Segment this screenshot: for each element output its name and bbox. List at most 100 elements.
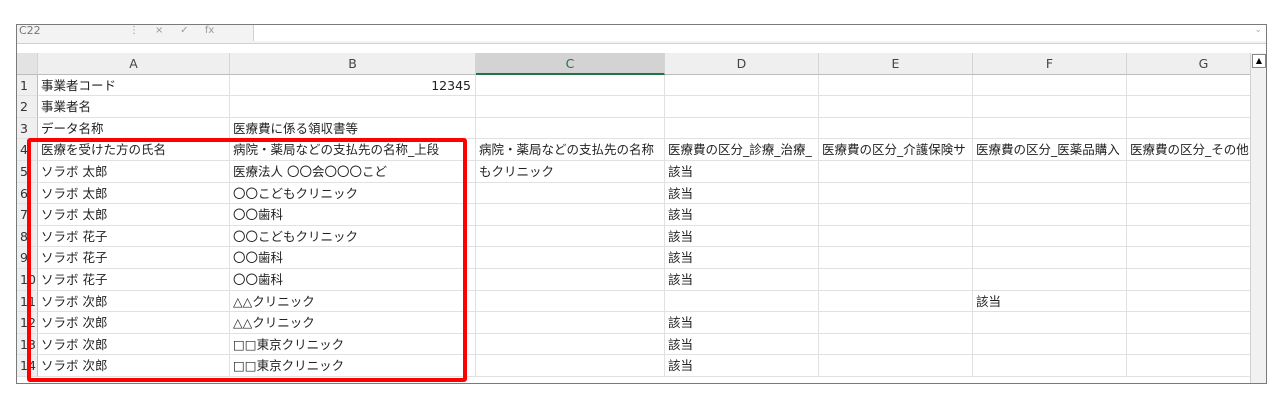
- name-box[interactable]: C22: [17, 25, 119, 41]
- cell-c[interactable]: [476, 74, 665, 97]
- cell-f[interactable]: [973, 117, 1127, 140]
- row-header[interactable]: 1: [17, 74, 38, 97]
- cell-c[interactable]: [476, 96, 665, 118]
- cell-f[interactable]: [973, 268, 1127, 291]
- cell-e[interactable]: [819, 312, 973, 334]
- cell-d[interactable]: 該当: [665, 225, 819, 248]
- cell-d[interactable]: [665, 74, 819, 97]
- table-row: 3 データ名称 医療費に係る領収書等: [17, 117, 1266, 140]
- column-header-f[interactable]: F: [973, 53, 1127, 75]
- cell-e[interactable]: 医療費の区分_介護保険サ: [819, 139, 973, 161]
- cell-g[interactable]: [1127, 75, 1266, 97]
- cell-d[interactable]: [665, 290, 819, 313]
- cell-b[interactable]: [230, 96, 476, 118]
- cell-c[interactable]: [476, 312, 665, 334]
- cell-f[interactable]: 該当: [973, 290, 1127, 313]
- function-icon[interactable]: fx: [199, 25, 221, 37]
- cell-c[interactable]: [476, 117, 665, 140]
- cell-e[interactable]: [819, 225, 973, 248]
- cell-c[interactable]: 病院・薬局などの支払先の名称: [476, 139, 665, 161]
- cancel-icon[interactable]: ×: [148, 25, 170, 37]
- cell-f[interactable]: [973, 312, 1127, 334]
- cell-e[interactable]: [819, 290, 973, 313]
- cell-c[interactable]: [476, 204, 665, 226]
- row-header[interactable]: 2: [17, 96, 38, 118]
- column-header-g[interactable]: G: [1127, 53, 1266, 75]
- cell-f[interactable]: [973, 225, 1127, 248]
- cell-d[interactable]: [665, 117, 819, 140]
- column-header-c[interactable]: C: [476, 53, 665, 75]
- cell-f[interactable]: [973, 355, 1127, 377]
- cell-f[interactable]: [973, 333, 1127, 356]
- cell-c[interactable]: [476, 290, 665, 313]
- cell-g[interactable]: [1127, 355, 1266, 377]
- more-icon[interactable]: ⋮: [123, 25, 145, 37]
- cell-c[interactable]: もクリニック: [476, 160, 665, 183]
- cell-d[interactable]: 該当: [665, 355, 819, 377]
- scroll-up-icon[interactable]: ▲: [1252, 54, 1266, 68]
- vertical-scrollbar[interactable]: ▲: [1250, 53, 1266, 383]
- cell-e[interactable]: [819, 247, 973, 269]
- cell-g[interactable]: [1127, 204, 1266, 226]
- cell-d[interactable]: 医療費の区分_診療_治療_: [665, 139, 819, 161]
- cell-e[interactable]: [819, 96, 973, 118]
- cell-c[interactable]: [476, 268, 665, 291]
- formula-input[interactable]: ⌄: [253, 25, 1266, 41]
- cell-e[interactable]: [819, 182, 973, 205]
- column-header-a[interactable]: A: [38, 53, 230, 75]
- cell-g[interactable]: 医療費の区分_その他: [1127, 139, 1266, 161]
- cell-d[interactable]: 該当: [665, 160, 819, 183]
- cell-g[interactable]: [1127, 183, 1266, 205]
- cell-a[interactable]: データ名称: [38, 117, 230, 140]
- cell-a[interactable]: 事業者コード: [38, 74, 230, 97]
- column-header-d[interactable]: D: [665, 53, 819, 75]
- cell-g[interactable]: [1127, 312, 1266, 334]
- cell-d[interactable]: 該当: [665, 204, 819, 226]
- cell-e[interactable]: [819, 160, 973, 183]
- cell-d[interactable]: 該当: [665, 312, 819, 334]
- cell-c[interactable]: [476, 182, 665, 205]
- cell-f[interactable]: [973, 160, 1127, 183]
- cell-d[interactable]: 該当: [665, 333, 819, 356]
- expand-icon[interactable]: ⌄: [1254, 25, 1262, 35]
- row-header[interactable]: 3: [17, 117, 38, 140]
- cell-g[interactable]: [1127, 291, 1266, 313]
- select-all-corner[interactable]: [17, 53, 38, 75]
- cell-g[interactable]: [1127, 226, 1266, 248]
- cell-f[interactable]: [973, 74, 1127, 97]
- cell-g[interactable]: [1127, 269, 1266, 291]
- cell-e[interactable]: [819, 268, 973, 291]
- formula-bar-icons: ⋮ × ✓ fx: [123, 25, 253, 41]
- column-header-b[interactable]: B: [230, 53, 476, 75]
- cell-b[interactable]: 12345: [230, 74, 476, 97]
- cell-g[interactable]: [1127, 247, 1266, 269]
- cell-a[interactable]: 事業者名: [38, 96, 230, 118]
- formula-bar: C22 ⋮ × ✓ fx ⌄: [17, 25, 1266, 44]
- cell-e[interactable]: [819, 333, 973, 356]
- cell-g[interactable]: [1127, 96, 1266, 118]
- cell-d[interactable]: 該当: [665, 182, 819, 205]
- cell-e[interactable]: [819, 74, 973, 97]
- cell-c[interactable]: [476, 247, 665, 269]
- cell-d[interactable]: 該当: [665, 247, 819, 269]
- cell-c[interactable]: [476, 333, 665, 356]
- cell-c[interactable]: [476, 225, 665, 248]
- cell-f[interactable]: [973, 247, 1127, 269]
- cell-f[interactable]: 医療費の区分_医薬品購入: [973, 139, 1127, 161]
- cell-f[interactable]: [973, 96, 1127, 118]
- cell-d[interactable]: 該当: [665, 268, 819, 291]
- cell-e[interactable]: [819, 355, 973, 377]
- cell-g[interactable]: [1127, 334, 1266, 356]
- cell-g[interactable]: [1127, 161, 1266, 183]
- cell-f[interactable]: [973, 182, 1127, 205]
- cell-e[interactable]: [819, 117, 973, 140]
- cell-e[interactable]: [819, 204, 973, 226]
- cell-f[interactable]: [973, 204, 1127, 226]
- column-header-row: A B C D E F G: [17, 53, 1266, 75]
- cell-b[interactable]: 医療費に係る領収書等: [230, 117, 476, 140]
- cell-c[interactable]: [476, 355, 665, 377]
- confirm-icon[interactable]: ✓: [173, 25, 195, 37]
- column-header-e[interactable]: E: [819, 53, 973, 75]
- cell-d[interactable]: [665, 96, 819, 118]
- cell-g[interactable]: [1127, 118, 1266, 140]
